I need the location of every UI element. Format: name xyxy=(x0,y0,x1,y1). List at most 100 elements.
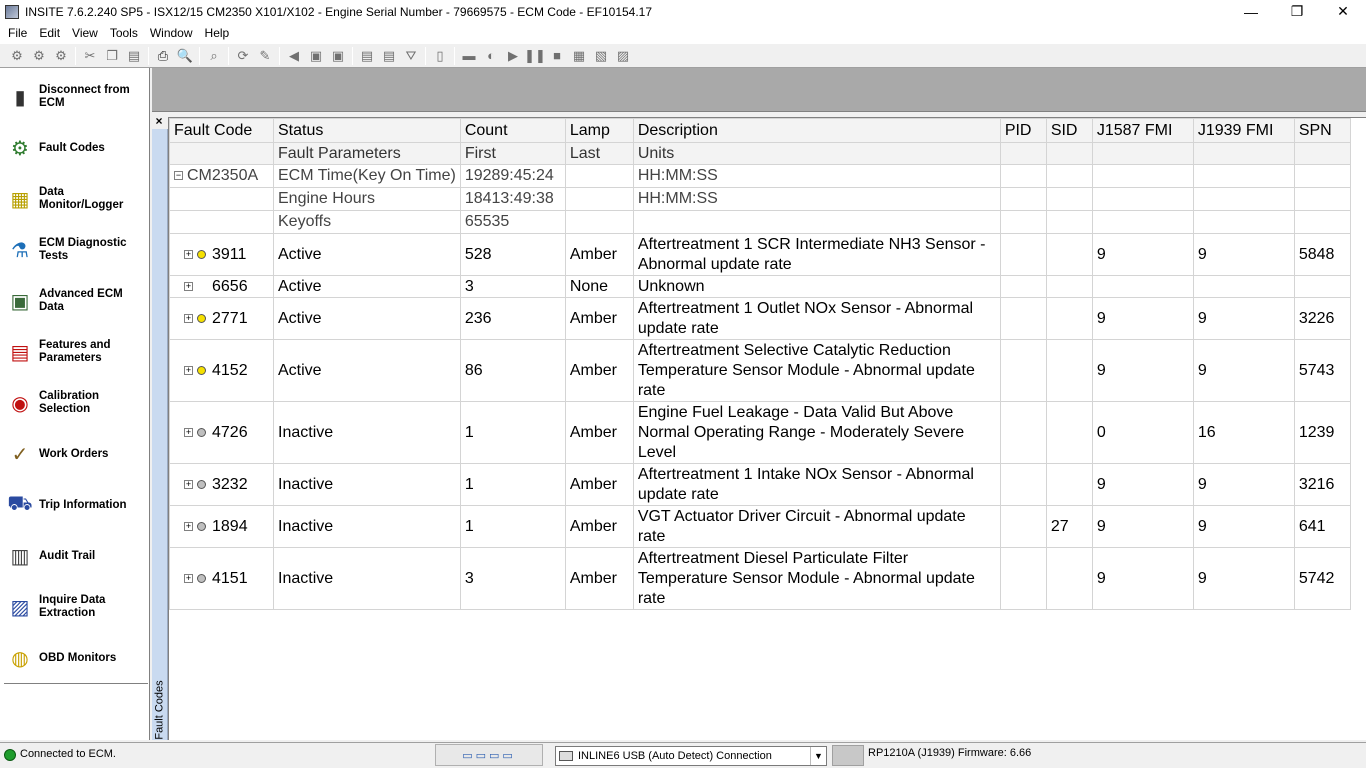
col-header-status[interactable]: Status xyxy=(273,118,461,143)
fault-j1939-fmi: 9 xyxy=(1192,339,1295,402)
fault-pid xyxy=(999,275,1047,298)
col-header-j1587-fmi[interactable]: J1587 FMI xyxy=(1091,118,1194,143)
col-header-description[interactable]: Description xyxy=(632,118,1001,143)
fault-status: Active xyxy=(273,275,461,298)
expand-icon[interactable]: + xyxy=(184,365,193,375)
expand-icon[interactable]: + xyxy=(184,313,193,323)
module2-icon[interactable]: ▣ xyxy=(327,46,349,66)
fault-row[interactable]: +4152 Active 86 Amber Aftertreatment Selecti… xyxy=(169,339,1351,402)
filter-icon[interactable]: ⛛ xyxy=(400,46,422,66)
col-header-sid[interactable]: SID xyxy=(1045,118,1093,143)
record-icon[interactable]: ▬ xyxy=(458,46,480,66)
fault-row[interactable]: +3232 Inactive 1 Amber Aftertreatment 1 Inta… xyxy=(169,463,1351,506)
document2-icon[interactable]: ▤ xyxy=(378,46,400,66)
fault-row[interactable]: +4151 Inactive 3 Amber Aftertreatment Diesel… xyxy=(169,547,1351,610)
stop-icon[interactable]: ■ xyxy=(546,46,568,66)
connect-icon[interactable]: ⚙ xyxy=(6,46,28,66)
fault-row[interactable]: +6656 Active 3 None Unknown xyxy=(169,275,1351,298)
nav-label: Work Orders xyxy=(39,447,109,460)
expand-icon[interactable]: + xyxy=(184,281,193,291)
rewind-icon[interactable]: ◐ xyxy=(480,46,502,66)
menu-window[interactable]: Window xyxy=(144,26,199,40)
col-header-pid[interactable]: PID xyxy=(999,118,1047,143)
export-icon[interactable]: ▨ xyxy=(612,46,634,66)
subheader-first: First xyxy=(459,142,566,165)
fault-code-cell[interactable]: +4152 xyxy=(169,339,274,402)
ecm-name-cell[interactable]: − CM2350A xyxy=(169,164,274,188)
col-header-spn[interactable]: SPN xyxy=(1293,118,1351,143)
refresh-icon[interactable]: ⟳ xyxy=(232,46,254,66)
nav-audit-trail[interactable]: ▥ Audit Trail xyxy=(4,533,148,579)
empty-cell xyxy=(1091,187,1194,211)
pause-icon[interactable]: ❚❚ xyxy=(524,46,546,66)
fault-row[interactable]: +4726 Inactive 1 Amber Engine Fuel Leakage -… xyxy=(169,401,1351,464)
paste-icon[interactable]: ▤ xyxy=(123,46,145,66)
panel-close-button[interactable]: × xyxy=(153,114,165,128)
connect2-icon[interactable]: ⚙ xyxy=(28,46,50,66)
fault-row[interactable]: +1894 Inactive 1 Amber VGT Actuator Driver C… xyxy=(169,505,1351,548)
fault-code-cell[interactable]: +4151 xyxy=(169,547,274,610)
subheader-units: Units xyxy=(632,142,1001,165)
parameter-units: HH:MM:SS xyxy=(632,187,1001,211)
nav-diagnostic-tests[interactable]: ⚗ ECM Diagnostic Tests xyxy=(4,227,148,273)
copy-icon[interactable]: ❐ xyxy=(101,46,123,66)
collapse-icon[interactable]: − xyxy=(174,171,183,181)
fault-code-cell[interactable]: +3232 xyxy=(169,463,274,506)
restore-button[interactable]: ❐ xyxy=(1274,0,1320,23)
minimize-button[interactable]: — xyxy=(1228,0,1274,23)
expand-icon[interactable]: + xyxy=(184,479,193,489)
nav-work-orders[interactable]: ✓ Work Orders xyxy=(4,431,148,477)
col-header-lamp[interactable]: Lamp xyxy=(564,118,634,143)
nav-label: Features and Parameters xyxy=(39,339,111,364)
menu-tools[interactable]: Tools xyxy=(104,26,144,40)
empty-cell xyxy=(1045,164,1093,188)
expand-icon[interactable]: + xyxy=(184,573,193,583)
fault-code-cell[interactable]: +6656 xyxy=(169,275,274,298)
settings-icon[interactable]: ✎ xyxy=(254,46,276,66)
page-icon[interactable]: ▯ xyxy=(429,46,451,66)
adapter-select[interactable]: INLINE6 USB (Auto Detect) Connection ▼ xyxy=(555,746,827,766)
fault-codes-side-tab[interactable] xyxy=(152,129,168,740)
nav-inquire-data[interactable]: ▨ Inquire Data Extraction xyxy=(4,584,148,630)
find-icon[interactable]: ⌕ xyxy=(203,46,225,66)
print-icon[interactable]: ⎙ xyxy=(152,46,174,66)
toolbar-separator xyxy=(425,46,426,65)
fault-row[interactable]: +2771 Active 236 Amber Aftertreatment 1 Outl… xyxy=(169,297,1351,340)
chevron-down-icon[interactable]: ▼ xyxy=(810,747,826,765)
nav-disconnect[interactable]: ▮ Disconnect from ECM xyxy=(4,74,148,120)
close-button[interactable]: ✕ xyxy=(1320,0,1366,23)
fault-code-cell[interactable]: +3911 xyxy=(169,233,274,276)
capture-icon[interactable]: ▧ xyxy=(590,46,612,66)
nav-trip-info[interactable]: ⛟ Trip Information xyxy=(4,482,148,528)
col-header-count[interactable]: Count xyxy=(459,118,566,143)
col-header-fault-code[interactable]: Fault Code xyxy=(169,118,274,143)
expand-icon[interactable]: + xyxy=(184,427,193,437)
nav-obd-monitors[interactable]: ◍ OBD Monitors xyxy=(4,635,148,681)
expand-icon[interactable]: + xyxy=(184,521,193,531)
cut-icon[interactable]: ✂ xyxy=(79,46,101,66)
fault-code-cell[interactable]: +1894 xyxy=(169,505,274,548)
fault-code-cell[interactable]: +2771 xyxy=(169,297,274,340)
menu-view[interactable]: View xyxy=(66,26,104,40)
connection-status-text: Connected to ECM. xyxy=(20,748,116,760)
nav-features[interactable]: ▤ Features and Parameters xyxy=(4,329,148,375)
menu-file[interactable]: File xyxy=(2,26,33,40)
col-header-j1939-fmi[interactable]: J1939 FMI xyxy=(1192,118,1295,143)
nav-data-monitor[interactable]: ▦ Data Monitor/Logger xyxy=(4,176,148,222)
expand-icon[interactable]: + xyxy=(184,249,193,259)
module-icon[interactable]: ▣ xyxy=(305,46,327,66)
play-icon[interactable]: ▶ xyxy=(502,46,524,66)
menu-help[interactable]: Help xyxy=(199,26,236,40)
connect3-icon[interactable]: ⚙ xyxy=(50,46,72,66)
nav-fault-codes[interactable]: ⚙ Fault Codes xyxy=(4,125,148,171)
nav-calibration[interactable]: ◉ Calibration Selection xyxy=(4,380,148,426)
snapshot-icon[interactable]: ▦ xyxy=(568,46,590,66)
fault-pid xyxy=(999,339,1047,402)
menu-edit[interactable]: Edit xyxy=(33,26,66,40)
document-icon[interactable]: ▤ xyxy=(356,46,378,66)
print-preview-icon[interactable]: 🔍 xyxy=(174,46,196,66)
fault-code-cell[interactable]: +4726 xyxy=(169,401,274,464)
announce-icon[interactable]: ◀ xyxy=(283,46,305,66)
nav-advanced-ecm[interactable]: ▣ Advanced ECM Data xyxy=(4,278,148,324)
fault-row[interactable]: +3911 Active 528 Amber Aftertreatment 1 SCR … xyxy=(169,233,1351,276)
